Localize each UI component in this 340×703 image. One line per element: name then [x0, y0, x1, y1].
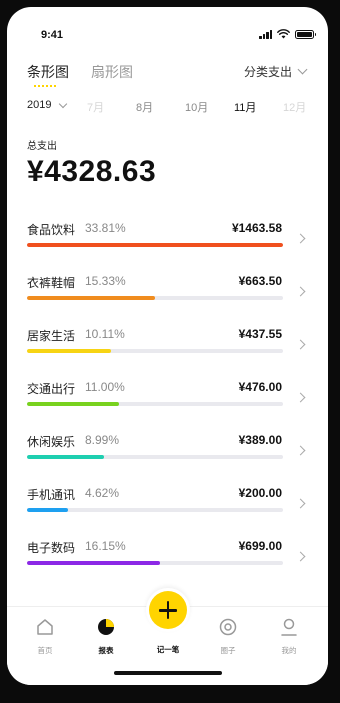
category-progress-track: [27, 508, 283, 512]
category-percent: 15.33%: [85, 274, 126, 288]
chevron-down-icon: [297, 64, 308, 75]
category-progress-track: [27, 296, 283, 300]
circle-community-icon: [219, 618, 237, 636]
period-selector: 2019 7月 8月 10月 11月 12月: [7, 97, 328, 117]
home-indicator: [114, 671, 222, 675]
user-icon: [281, 618, 297, 636]
chevron-right-icon: [295, 339, 306, 350]
category-progress-fill: [27, 296, 155, 300]
category-progress-fill: [27, 402, 120, 406]
category-name: 食品饮料: [27, 223, 76, 237]
category-name: 居家生活: [27, 329, 76, 343]
category-amount: ¥200.00: [238, 486, 282, 500]
category-row[interactable]: 交通出行 11.00% ¥476.00: [7, 374, 328, 427]
chart-type-tabs: 条形图 扇形图: [27, 62, 133, 87]
category-row[interactable]: 手机通讯 4.62% ¥200.00: [7, 480, 328, 533]
chevron-right-icon: [295, 392, 306, 403]
category-percent: 33.81%: [85, 221, 126, 235]
add-record-label: 记一笔: [156, 645, 180, 654]
tab-bar: 首页 报表 记一笔 圈子 我的: [7, 588, 328, 685]
tab-home[interactable]: 首页: [23, 617, 67, 656]
category-percent: 10.11%: [85, 327, 125, 341]
battery-icon: [295, 29, 316, 39]
category-percent: 8.99%: [85, 433, 120, 447]
year-label: 2019: [27, 99, 52, 111]
chevron-right-icon: [295, 233, 306, 244]
category-percent: 11.00%: [85, 380, 125, 394]
plus-icon: [149, 591, 187, 629]
category-progress-fill: [27, 455, 104, 459]
pie-chart-icon: [98, 619, 114, 635]
category-progress-track: [27, 402, 283, 406]
tab-circle[interactable]: 圈子: [206, 617, 250, 656]
status-bar: 9:41: [7, 7, 328, 47]
tab-mine-label: 我的: [281, 646, 297, 655]
category-progress-track: [27, 561, 283, 565]
category-row[interactable]: 电子数码 16.15% ¥699.00: [7, 533, 328, 586]
category-progress-fill: [27, 508, 68, 512]
category-progress-track: [27, 349, 283, 353]
month-item[interactable]: 7月: [87, 99, 104, 115]
category-amount: ¥389.00: [238, 433, 282, 447]
month-item[interactable]: 8月: [136, 99, 153, 115]
status-time: 9:41: [41, 29, 64, 41]
category-dropdown-label: 分类支出: [243, 65, 292, 79]
category-amount: ¥699.00: [238, 539, 282, 553]
chevron-right-icon: [295, 498, 306, 509]
category-name: 交通出行: [27, 382, 76, 396]
category-progress-fill: [27, 243, 283, 247]
category-row[interactable]: 食品饮料 33.81% ¥1463.58: [7, 215, 328, 268]
signal-icon: [259, 29, 272, 39]
tab-report-label: 报表: [98, 646, 114, 655]
category-amount: ¥1463.58: [231, 221, 282, 235]
tab-pie-chart[interactable]: 扇形图: [91, 62, 133, 82]
tab-bar-chart[interactable]: 条形图: [27, 62, 69, 87]
total-expense-amount: ¥4328.63: [27, 155, 157, 188]
category-row[interactable]: 居家生活 10.11% ¥437.55: [7, 321, 328, 374]
phone-screen: 9:41 条形图 扇形图 分类支出 2019 7月 8月 10月 11月 12月…: [7, 7, 328, 685]
year-dropdown[interactable]: 2019: [27, 99, 68, 111]
chevron-right-icon: [295, 286, 306, 297]
category-name: 电子数码: [27, 541, 76, 555]
category-row[interactable]: 衣裤鞋帽 15.33% ¥663.50: [7, 268, 328, 321]
home-icon: [37, 619, 53, 635]
category-progress-track: [27, 243, 283, 247]
category-progress-track: [27, 455, 283, 459]
add-record-button[interactable]: [146, 588, 190, 632]
category-amount: ¥663.50: [238, 274, 282, 288]
category-progress-fill: [27, 561, 161, 565]
month-item[interactable]: 10月: [185, 99, 208, 115]
category-dropdown[interactable]: 分类支出: [243, 63, 308, 80]
chevron-right-icon: [295, 445, 306, 456]
status-icons: [259, 29, 316, 39]
category-row[interactable]: 休闲娱乐 8.99% ¥389.00: [7, 427, 328, 480]
month-item[interactable]: 12月: [283, 99, 306, 115]
category-list: 食品饮料 33.81% ¥1463.58 衣裤鞋帽 15.33% ¥663.50 居家生活 1…: [7, 215, 328, 586]
tab-mine[interactable]: 我的: [267, 617, 311, 656]
wifi-icon: [277, 29, 290, 39]
category-name: 衣裤鞋帽: [27, 276, 76, 290]
chevron-right-icon: [295, 551, 306, 562]
category-percent: 4.62%: [85, 486, 120, 500]
tab-circle-label: 圈子: [220, 646, 236, 655]
category-name: 手机通讯: [27, 488, 76, 502]
tab-home-label: 首页: [37, 646, 53, 655]
category-percent: 16.15%: [85, 539, 126, 553]
category-amount: ¥437.55: [238, 327, 282, 341]
category-name: 休闲娱乐: [27, 435, 76, 449]
chevron-down-icon: [59, 99, 68, 108]
category-amount: ¥476.00: [238, 380, 282, 394]
tab-report[interactable]: 报表: [84, 617, 128, 656]
total-expense-label: 总支出: [27, 141, 57, 152]
month-item-selected[interactable]: 11月: [234, 99, 256, 115]
category-progress-fill: [27, 349, 112, 353]
